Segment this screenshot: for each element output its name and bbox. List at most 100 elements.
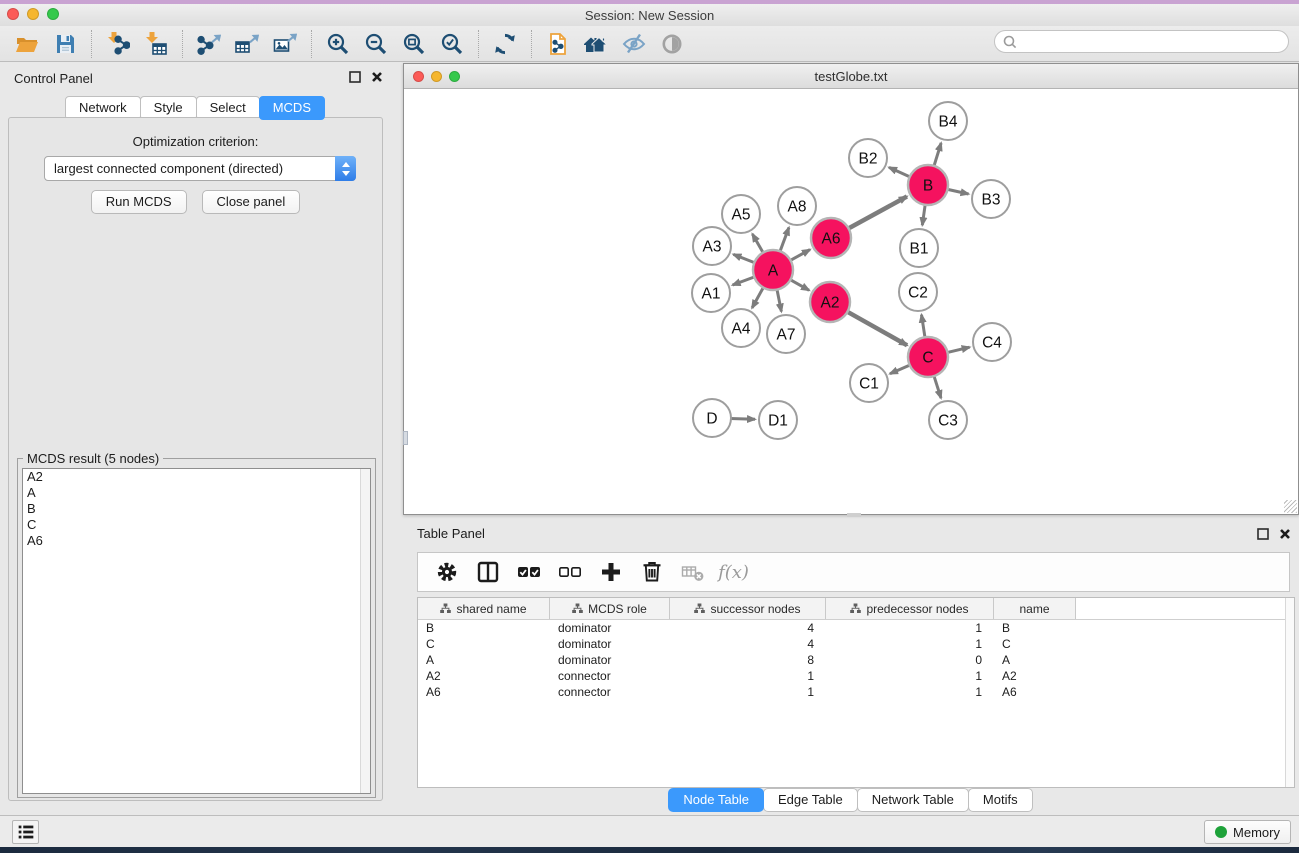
network-close-button[interactable] [413,71,424,82]
tab-motifs[interactable]: Motifs [968,788,1033,812]
show-selected-icon[interactable] [653,29,691,59]
save-icon[interactable] [46,29,84,59]
mcds-result-list[interactable]: A2ABCA6 [22,468,371,794]
table-cell[interactable]: 1 [826,637,994,651]
network-zoom-button[interactable] [449,71,460,82]
network-node-B1[interactable]: B1 [900,229,938,267]
resize-grip-icon[interactable] [1284,500,1297,513]
columns-icon[interactable] [469,556,506,588]
mcds-result-item[interactable]: A6 [23,533,370,549]
network-edge-A2-C[interactable] [847,311,908,345]
close-panel-icon[interactable] [1279,528,1291,540]
table-cell[interactable]: 1 [670,685,826,699]
refresh-layout-icon[interactable] [486,29,524,59]
column-header-name[interactable]: name [994,598,1076,619]
network-node-D1[interactable]: D1 [759,401,797,439]
tab-network-table[interactable]: Network Table [857,788,969,812]
network-node-A4[interactable]: A4 [722,309,760,347]
table-cell[interactable]: 0 [826,653,994,667]
table-cell[interactable]: A [994,653,1076,667]
network-node-C2[interactable]: C2 [899,273,937,311]
network-canvas[interactable]: B4B2BB3A5A8A6A3B1AA1C2A2A4A7C4CC1DD1C3 [404,89,1298,514]
table-cell[interactable]: dominator [550,621,670,635]
splitter-handle[interactable] [403,431,408,445]
table-cell[interactable]: A2 [994,669,1076,683]
gear-icon[interactable] [428,556,465,588]
task-history-button[interactable] [12,820,39,844]
table-cell[interactable]: 1 [670,669,826,683]
network-node-A3[interactable]: A3 [693,227,731,265]
column-header-predecessor-nodes[interactable]: predecessor nodes [826,598,994,619]
delete-column-icon[interactable] [633,556,670,588]
table-row[interactable]: Cdominator41C [418,636,1294,652]
network-node-A6[interactable]: A6 [811,218,851,258]
select-all-columns-icon[interactable] [510,556,547,588]
network-edge-B-B1[interactable] [922,204,925,225]
export-image-icon[interactable] [266,29,304,59]
network-node-C1[interactable]: C1 [850,364,888,402]
import-network-icon[interactable] [99,29,137,59]
add-column-icon[interactable] [592,556,629,588]
zoom-in-icon[interactable] [319,29,357,59]
mcds-result-item[interactable]: C [23,517,370,533]
copy-network-icon[interactable] [539,29,577,59]
network-edge-C-C2[interactable] [922,315,926,339]
table-cell[interactable]: A6 [994,685,1076,699]
network-edge-D-D1[interactable] [730,419,755,420]
network-edge-A-A1[interactable] [733,277,756,285]
network-node-A1[interactable]: A1 [692,274,730,312]
network-node-B[interactable]: B [908,165,948,205]
table-cell[interactable]: dominator [550,637,670,651]
optimization-criterion-select[interactable]: largest connected component (directed) [44,156,356,181]
table-cell[interactable]: C [418,637,550,651]
tab-mcds[interactable]: MCDS [259,96,325,120]
mcds-result-item[interactable]: A [23,485,370,501]
run-mcds-button[interactable]: Run MCDS [91,190,187,214]
table-row[interactable]: A2connector11A2 [418,668,1294,684]
memory-button[interactable]: Memory [1204,820,1291,844]
result-list-scrollbar[interactable] [360,469,370,793]
network-edge-B-B4[interactable] [934,143,941,167]
network-edge-A6-B[interactable] [848,197,907,229]
network-edge-C-C3[interactable] [934,375,941,398]
network-edge-A-A2[interactable] [790,279,810,290]
network-node-A2[interactable]: A2 [810,282,850,322]
import-table-icon[interactable] [137,29,175,59]
network-node-C[interactable]: C [908,337,948,377]
table-cell[interactable]: A2 [418,669,550,683]
export-network-icon[interactable] [190,29,228,59]
table-cell[interactable]: 4 [670,637,826,651]
table-row[interactable]: Bdominator41B [418,620,1294,636]
table-cell[interactable]: 1 [826,621,994,635]
table-cell[interactable]: 1 [826,669,994,683]
network-edge-C-C1[interactable] [890,365,911,374]
deselect-all-columns-icon[interactable] [551,556,588,588]
zoom-selected-icon[interactable] [433,29,471,59]
network-edge-B-B3[interactable] [947,189,969,194]
open-folder-icon[interactable] [8,29,46,59]
table-cell[interactable]: B [418,621,550,635]
home-networks-icon[interactable] [577,29,615,59]
zoom-fit-icon[interactable] [395,29,433,59]
table-row[interactable]: A6connector11A6 [418,684,1294,700]
column-header-shared-name[interactable]: shared name [418,598,550,619]
network-node-A7[interactable]: A7 [767,315,805,353]
zoom-window-button[interactable] [47,8,59,20]
table-cell[interactable]: dominator [550,653,670,667]
table-scrollbar[interactable] [1285,598,1294,787]
network-node-A[interactable]: A [753,250,793,290]
network-node-D[interactable]: D [693,399,731,437]
search-input[interactable] [994,30,1289,53]
table-cell[interactable]: connector [550,669,670,683]
network-edge-A-A6[interactable] [790,250,810,261]
network-edge-A-A4[interactable] [752,287,764,308]
column-header-MCDS-role[interactable]: MCDS role [550,598,670,619]
close-panel-icon[interactable] [371,71,383,83]
tab-node-table[interactable]: Node Table [668,788,764,812]
network-node-B4[interactable]: B4 [929,102,967,140]
network-edge-A-A7[interactable] [777,289,782,312]
zoom-out-icon[interactable] [357,29,395,59]
app-titlebar[interactable]: Session: New Session [0,4,1299,26]
minimize-window-button[interactable] [27,8,39,20]
network-edge-A-A5[interactable] [752,234,763,254]
